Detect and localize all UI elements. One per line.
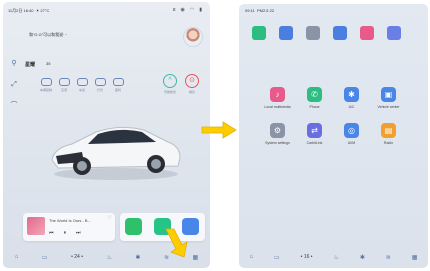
control-label: 车窗: [78, 88, 85, 92]
all-apps-icon[interactable]: ▦: [412, 254, 418, 261]
wifi-icon: ◠: [189, 7, 195, 13]
app-label: Phone: [309, 105, 320, 109]
app-label: Vehicle center: [377, 105, 400, 109]
side-toolbar: ⚲ ⤢ ⌒: [10, 60, 18, 110]
fan-icon[interactable]: ✱: [135, 254, 140, 261]
wiper-icon[interactable]: ⌒: [10, 102, 18, 110]
voice-assistant-hint[interactable]: 和"G.G"可以和我说···: [29, 32, 67, 37]
app-carbitlink[interactable]: ⇄ CarbitLink: [296, 123, 333, 145]
favorite-icon[interactable]: ♡: [108, 215, 112, 221]
temperature-value: 16: [303, 254, 310, 260]
status-datetime: 11月2日 16:40 ☀ 27°C: [8, 8, 50, 13]
light-icon: [94, 78, 106, 86]
tap-indicator-arrow: [165, 228, 188, 258]
settings-app-icon[interactable]: [387, 26, 401, 40]
bus-icon[interactable]: [279, 26, 293, 40]
gallery-icon[interactable]: [333, 26, 347, 40]
app-label: Local multimedia: [264, 105, 291, 109]
control-label: 座椅: [114, 88, 121, 92]
sentry-button[interactable]: ⊙ 哨兵: [185, 74, 199, 94]
media-icon[interactable]: ▭: [42, 254, 48, 261]
location-pin-icon[interactable]: ⚲: [10, 60, 18, 68]
gear-icon[interactable]: [306, 26, 320, 40]
app-label: System settings: [265, 141, 290, 145]
vehicle-controls: 车辆控制 空调 车窗 灯光 座椅: [39, 78, 125, 92]
app-grid: ♪ Local multimedia ✆ Phone ✱ A/C ▣ Vehicle c…: [259, 87, 407, 145]
home-icon[interactable]: ⌂: [15, 254, 19, 260]
wechat-icon[interactable]: [125, 218, 142, 235]
media-icon[interactable]: ▭: [274, 254, 280, 261]
music-note-icon: ♪: [270, 87, 285, 102]
car-icon: ▣: [381, 87, 396, 102]
app-drawer-screen: 09:11 PM2.5 22 ♪ Local multimedia ✆ Phone …: [239, 4, 428, 268]
bluetooth-icon: ʙ: [172, 7, 176, 13]
control-light[interactable]: 灯光: [93, 78, 107, 92]
album-cover: [27, 217, 45, 235]
location-icon: ◉: [180, 7, 185, 13]
all-apps-icon[interactable]: ▦: [193, 254, 199, 261]
car-range: 35: [46, 61, 51, 66]
app-label: CarbitLink: [306, 141, 323, 145]
fan-icon: ✱: [344, 87, 359, 102]
app-system-settings[interactable]: ⚙ System settings: [259, 123, 296, 145]
mode-buttons: ^ 驾驶模式 ⊙ 哨兵: [163, 74, 199, 94]
seat-icon: [112, 78, 124, 86]
app-radio[interactable]: ▤ Radio: [370, 123, 407, 145]
bottom-dock: ⌂ ▭ • 16 • ♨ ✱ ≋ ▦: [239, 246, 428, 268]
sentry-icon: ⊙: [185, 74, 199, 88]
message-icon[interactable]: [360, 26, 374, 40]
link-icon: ⇄: [307, 123, 322, 138]
status-bar: 09:11 PM2.5 22: [245, 8, 275, 13]
pause-icon[interactable]: ⏸: [64, 230, 67, 236]
app-avm[interactable]: ◎ AVM: [333, 123, 370, 145]
control-car[interactable]: 车辆控制: [39, 78, 53, 92]
music-widget[interactable]: The World Is Ours - B... ⏮ ⏸ ⏭ ♡: [23, 213, 115, 241]
app-label: AVM: [347, 141, 356, 145]
car-image: [51, 126, 181, 180]
seat-heat-icon[interactable]: ♨: [333, 254, 338, 261]
radio-icon: ▤: [381, 123, 396, 138]
app-vehicle-center[interactable]: ▣ Vehicle center: [370, 87, 407, 109]
ac-icon: [58, 78, 70, 86]
app-phone[interactable]: ✆ Phone: [296, 87, 333, 109]
camera-icon: ◎: [344, 123, 359, 138]
control-ac[interactable]: 空调: [57, 78, 71, 92]
expand-icon[interactable]: ⤢: [10, 81, 18, 89]
temperature-control[interactable]: • 16 •: [301, 254, 313, 260]
home-icon[interactable]: ⌂: [249, 254, 253, 260]
app-local-multimedia[interactable]: ♪ Local multimedia: [259, 87, 296, 109]
signal-icon: ▮: [199, 7, 202, 13]
seat-heat-icon[interactable]: ♨: [107, 254, 112, 261]
drive-mode-button[interactable]: ^ 驾驶模式: [163, 74, 177, 94]
control-label: 车辆控制: [39, 88, 52, 92]
phone-icon[interactable]: [252, 26, 266, 40]
control-window[interactable]: 车窗: [75, 78, 89, 92]
song-title: The World Is Ours - B...: [49, 218, 91, 223]
phone-icon: ✆: [307, 87, 322, 102]
app-label: A/C: [348, 105, 355, 109]
music-controls: ⏮ ⏸ ⏭: [49, 230, 81, 236]
app-label: Radio: [383, 141, 394, 145]
status-icons: ʙ ◉ ◠ ▮: [173, 7, 202, 13]
recent-apps: [252, 26, 401, 40]
control-label: 空调: [60, 88, 67, 92]
window-icon: [76, 78, 88, 86]
defrost-icon[interactable]: ≋: [386, 254, 391, 261]
car-control-icon: [40, 78, 52, 86]
assistant-avatar[interactable]: [183, 27, 203, 47]
control-label: 灯光: [96, 88, 103, 92]
control-seat[interactable]: 座椅: [111, 78, 125, 92]
mode-label: 驾驶模式: [163, 90, 176, 94]
app-ac[interactable]: ✱ A/C: [333, 87, 370, 109]
drive-mode-icon: ^: [163, 74, 177, 88]
temperature-value: 24: [74, 254, 80, 260]
transition-arrow: [201, 121, 237, 139]
previous-icon[interactable]: ⏮: [49, 230, 54, 236]
mode-label: 哨兵: [188, 90, 195, 94]
car-model-name: 星耀: [25, 62, 36, 68]
fan-icon[interactable]: ✱: [360, 254, 365, 261]
temperature-control[interactable]: • 24 •: [71, 254, 83, 260]
next-icon[interactable]: ⏭: [76, 230, 81, 236]
gear-icon: ⚙: [270, 123, 285, 138]
